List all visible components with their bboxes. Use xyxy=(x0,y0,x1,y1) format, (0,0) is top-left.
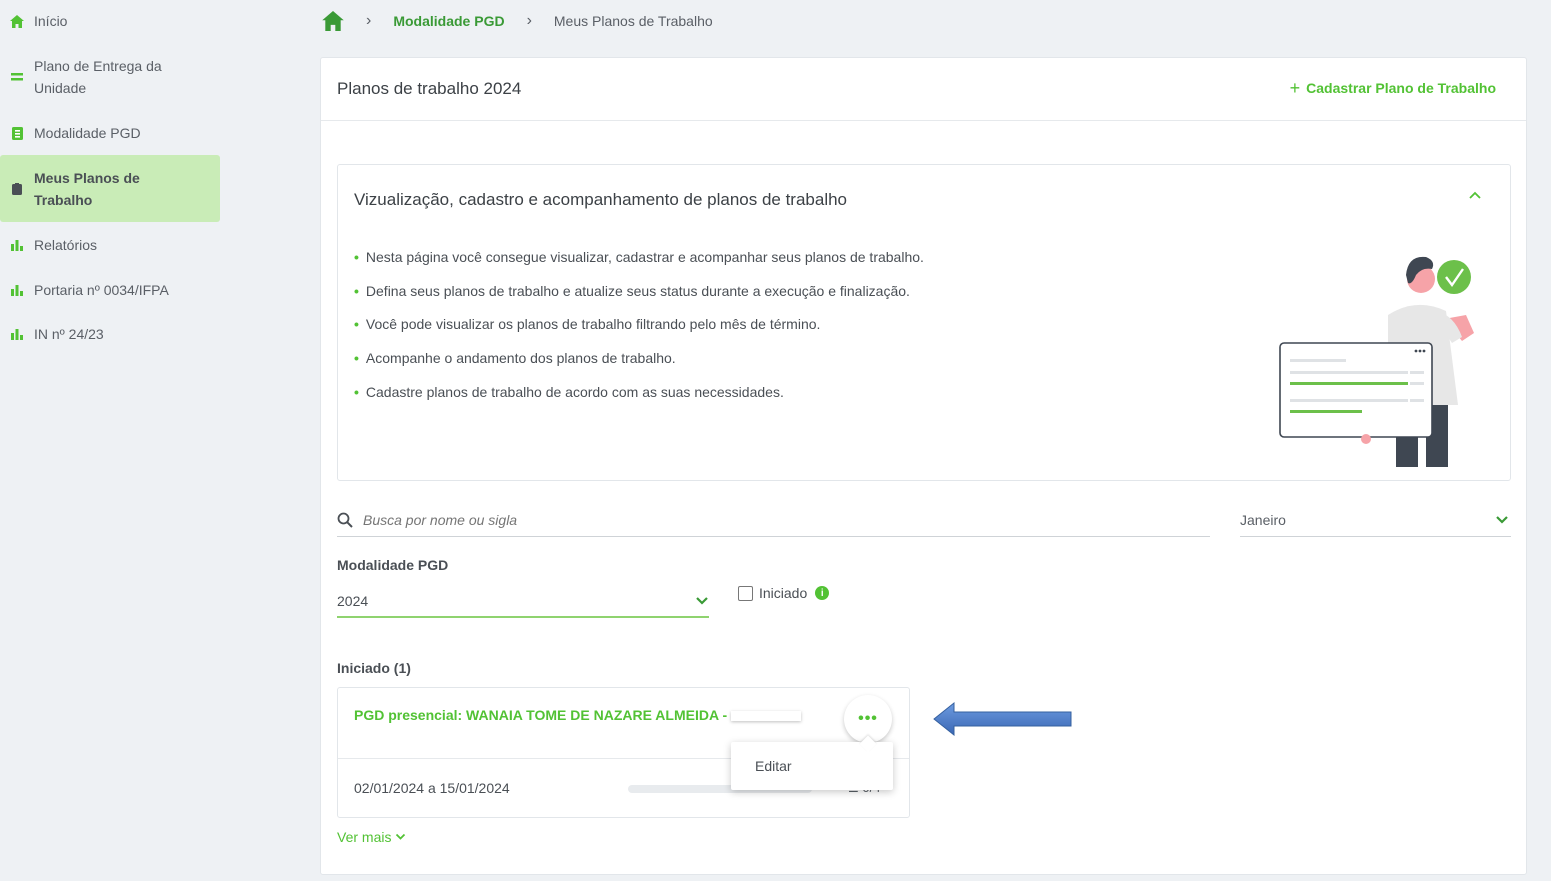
home-icon[interactable] xyxy=(322,11,344,31)
sidebar-item-in[interactable]: IN nº 24/23 xyxy=(0,322,220,346)
month-select-value: Janeiro xyxy=(1240,512,1286,528)
plus-icon: + xyxy=(1289,78,1301,98)
sidebar-item-modalidade[interactable]: Modalidade PGD xyxy=(0,121,220,145)
search-icon xyxy=(337,512,353,528)
month-select[interactable]: Janeiro xyxy=(1240,504,1511,537)
chevron-right-icon: › xyxy=(366,12,372,29)
list-icon xyxy=(10,70,24,84)
chevron-right-icon: › xyxy=(526,12,532,29)
chevron-down-icon xyxy=(396,833,406,840)
add-plan-label: Cadastrar Plano de Trabalho xyxy=(1306,80,1496,96)
chevron-down-icon xyxy=(1496,516,1508,524)
ver-mais-label: Ver mais xyxy=(337,829,392,845)
info-bullet: • Defina seus planos de trabalho e atuali… xyxy=(354,282,910,299)
info-bullet: • Acompanhe o andamento dos planos de tra… xyxy=(354,350,676,367)
sidebar-item-meus-planos[interactable]: Meus Planos de Trabalho xyxy=(0,155,220,222)
section-label: Iniciado (1) xyxy=(337,660,411,676)
sidebar-item-label: Plano de Entrega da Unidade xyxy=(34,58,162,96)
add-plan-button[interactable]: + Cadastrar Plano de Trabalho xyxy=(1289,78,1496,98)
document-icon xyxy=(10,126,24,140)
info-panel: Vizualização, cadastro e acompanhamento … xyxy=(337,164,1511,481)
breadcrumb-current: Meus Planos de Trabalho xyxy=(553,13,713,29)
chevron-up-icon[interactable] xyxy=(1466,187,1484,205)
checklist-illustration xyxy=(1279,256,1474,467)
modalidade-label: Modalidade PGD xyxy=(337,557,449,573)
card-header: Planos de trabalho 2024 + Cadastrar Plan… xyxy=(321,58,1526,121)
iniciado-checkbox[interactable] xyxy=(738,585,753,601)
info-bullet: • Você pode visualizar os planos de traba… xyxy=(354,316,821,333)
info-list: • Nesta página você consegue visualizar, … xyxy=(354,249,924,417)
info-title: Vizualização, cadastro e acompanhamento … xyxy=(354,190,848,209)
clipboard-icon xyxy=(10,182,24,196)
breadcrumb: › Modalidade PGD › Meus Planos de Trabal… xyxy=(322,8,713,34)
ver-mais-link[interactable]: Ver mais xyxy=(337,829,406,845)
info-icon[interactable]: i xyxy=(815,586,830,600)
menu-item-editar[interactable]: Editar xyxy=(755,758,792,774)
chevron-down-icon xyxy=(696,597,708,605)
bar-chart-icon xyxy=(10,327,24,341)
year-select[interactable]: 2024 xyxy=(337,586,709,618)
page-title: Planos de trabalho 2024 xyxy=(337,79,522,98)
sidebar-item-label: Início xyxy=(34,13,68,29)
sidebar-item-label: Meus Planos de Trabalho xyxy=(34,169,140,208)
iniciado-checkbox-label: Iniciado xyxy=(759,585,808,601)
sidebar-item-label: Modalidade PGD xyxy=(34,125,141,141)
iniciado-checkbox-group: Iniciado i xyxy=(738,585,830,601)
search-input[interactable] xyxy=(363,512,1163,528)
search-field[interactable] xyxy=(337,504,1210,537)
sidebar-item-relatorios[interactable]: Relatórios xyxy=(0,233,220,257)
sidebar-item-inicio[interactable]: Início xyxy=(0,9,220,33)
sidebar-item-label: IN nº 24/23 xyxy=(34,326,104,342)
year-select-value: 2024 xyxy=(337,593,369,609)
main-card: Planos de trabalho 2024 + Cadastrar Plan… xyxy=(320,57,1527,875)
plan-title[interactable]: PGD presencial: WANAIA TOME DE NAZARE AL… xyxy=(354,707,802,723)
bar-chart-icon xyxy=(10,283,24,297)
info-bullet: • Cadastre planos de trabalho de acordo c… xyxy=(354,383,784,400)
plan-card[interactable]: PGD presencial: WANAIA TOME DE NAZARE AL… xyxy=(337,687,910,818)
sidebar-item-portaria[interactable]: Portaria nº 0034/IFPA xyxy=(0,278,220,302)
plan-dates: 02/01/2024 a 15/01/2024 xyxy=(354,780,510,796)
breadcrumb-link-modalidade[interactable]: Modalidade PGD xyxy=(393,13,504,29)
sidebar: Início Plano de Entrega da Unidade Modal… xyxy=(0,0,222,881)
more-dots-icon: ••• xyxy=(858,710,878,727)
home-icon xyxy=(10,14,24,28)
redacted-text xyxy=(731,711,802,722)
info-bullet: • Nesta página você consegue visualizar, … xyxy=(354,249,924,265)
sidebar-item-label: Portaria nº 0034/IFPA xyxy=(34,282,169,298)
sidebar-item-label: Relatórios xyxy=(34,237,98,253)
bar-chart-icon xyxy=(10,238,24,252)
sidebar-item-plano-entrega[interactable]: Plano de Entrega da Unidade xyxy=(0,54,220,100)
left-arrow-annotation xyxy=(933,701,1072,737)
